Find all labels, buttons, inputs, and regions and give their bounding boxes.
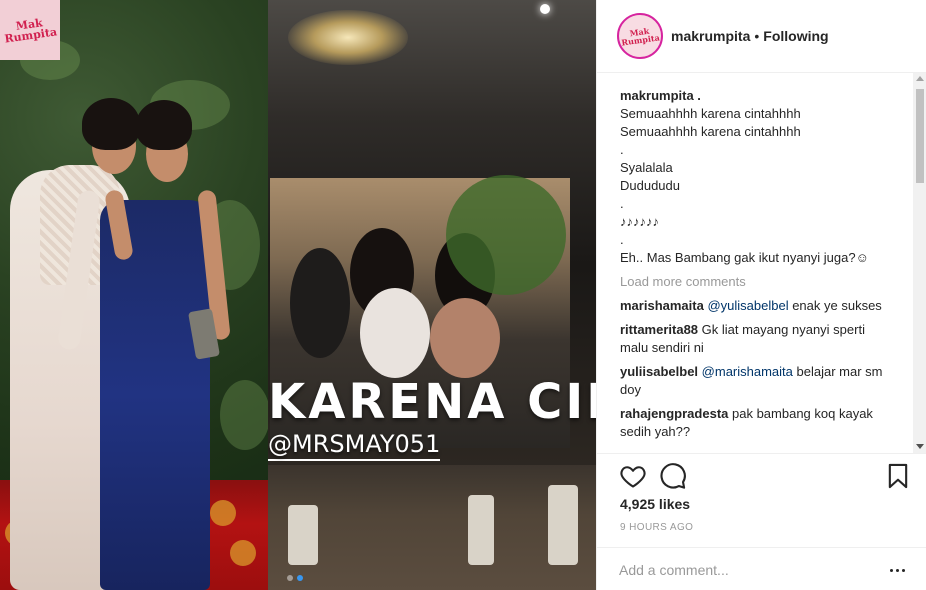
post-side-panel: Mak Rumpita makrumpita • Following makru… bbox=[596, 0, 926, 590]
comment-mention-link[interactable]: @yulisabelbel bbox=[707, 298, 788, 313]
add-comment-section bbox=[597, 547, 926, 590]
caption-line: Semuaahhhh karena cintahhhh bbox=[620, 106, 801, 121]
caption-line: Eh.. Mas Bambang gak ikut nyanyi juga?☺ bbox=[620, 250, 869, 265]
caption: makrumpita . Semuaahhhh karena cintahhhh… bbox=[620, 87, 915, 267]
caption-line: . bbox=[620, 196, 624, 211]
carousel-dot-active[interactable] bbox=[297, 575, 303, 581]
scroll-thumb[interactable] bbox=[916, 89, 924, 183]
avatar[interactable]: Mak Rumpita bbox=[617, 13, 663, 59]
story-handle-text: @MRSMAY051 bbox=[268, 430, 441, 461]
comment-text: enak ye sukses bbox=[788, 298, 882, 313]
comment-username-link[interactable]: rahajengpradesta bbox=[620, 406, 728, 421]
comment-username-link[interactable]: yuliisabelbel bbox=[620, 364, 698, 379]
brand-logo-text: Mak Rumpita bbox=[3, 16, 58, 46]
load-more-comments-button[interactable]: Load more comments bbox=[620, 273, 915, 291]
comment-item: rahajengpradesta pak bambang koq kayak s… bbox=[620, 405, 890, 441]
post-media[interactable]: Mak Rumpita KARENA CINTA @MRSMAY051 bbox=[0, 0, 596, 590]
post-timestamp[interactable]: 9 HOURS AGO bbox=[620, 522, 693, 533]
follow-status-button[interactable]: Following bbox=[763, 28, 828, 44]
header-username-link[interactable]: makrumpita bbox=[671, 28, 750, 44]
caption-line: Dudududu bbox=[620, 178, 680, 193]
video-still-stage: KARENA CINTA @MRSMAY051 bbox=[268, 0, 596, 590]
comments-list[interactable]: makrumpita . Semuaahhhh karena cintahhhh… bbox=[597, 73, 915, 453]
comments-scrollbar[interactable] bbox=[913, 73, 926, 453]
header-separator: • bbox=[754, 28, 760, 44]
caption-line: . bbox=[620, 232, 624, 247]
comment-item: marishamaita @yulisabelbel enak ye sukse… bbox=[620, 297, 890, 315]
scroll-down-arrow-icon[interactable] bbox=[916, 444, 924, 449]
caption-username-link[interactable]: makrumpita . bbox=[620, 87, 915, 105]
speech-bubble-icon[interactable] bbox=[659, 462, 687, 490]
caption-line: Semuaahhhh karena cintahhhh bbox=[620, 124, 801, 139]
caption-line: . bbox=[620, 142, 624, 157]
post-actions-bar bbox=[597, 453, 926, 497]
caption-line: Syalalala bbox=[620, 160, 673, 175]
comment-input[interactable] bbox=[619, 560, 869, 580]
photo-two-women: Mak Rumpita bbox=[0, 0, 268, 590]
heart-icon[interactable] bbox=[619, 462, 647, 490]
carousel-dot[interactable] bbox=[287, 575, 293, 581]
bookmark-icon[interactable] bbox=[884, 462, 912, 490]
ellipsis-icon[interactable] bbox=[887, 560, 907, 580]
scroll-up-arrow-icon[interactable] bbox=[916, 76, 924, 81]
brand-logo: Mak Rumpita bbox=[0, 0, 60, 60]
caption-line: ♪♪♪♪♪♪ bbox=[620, 214, 659, 229]
comment-username-link[interactable]: rittamerita88 bbox=[620, 322, 698, 337]
likes-count[interactable]: 4,925 likes bbox=[620, 496, 690, 512]
carousel-indicator bbox=[287, 575, 303, 581]
comment-username-link[interactable]: marishamaita bbox=[620, 298, 704, 313]
post-header: Mak Rumpita makrumpita • Following bbox=[597, 0, 926, 73]
comment-mention-link[interactable]: @marishamaita bbox=[702, 364, 793, 379]
comment-item: rittamerita88 Gk liat mayang nyanyi sper… bbox=[620, 321, 890, 357]
comment-item: yuliisabelbel @marishamaita belajar mar … bbox=[620, 363, 890, 399]
avatar-logo-text: Mak Rumpita bbox=[620, 25, 661, 48]
story-title-text: KARENA CINTA bbox=[268, 374, 596, 430]
